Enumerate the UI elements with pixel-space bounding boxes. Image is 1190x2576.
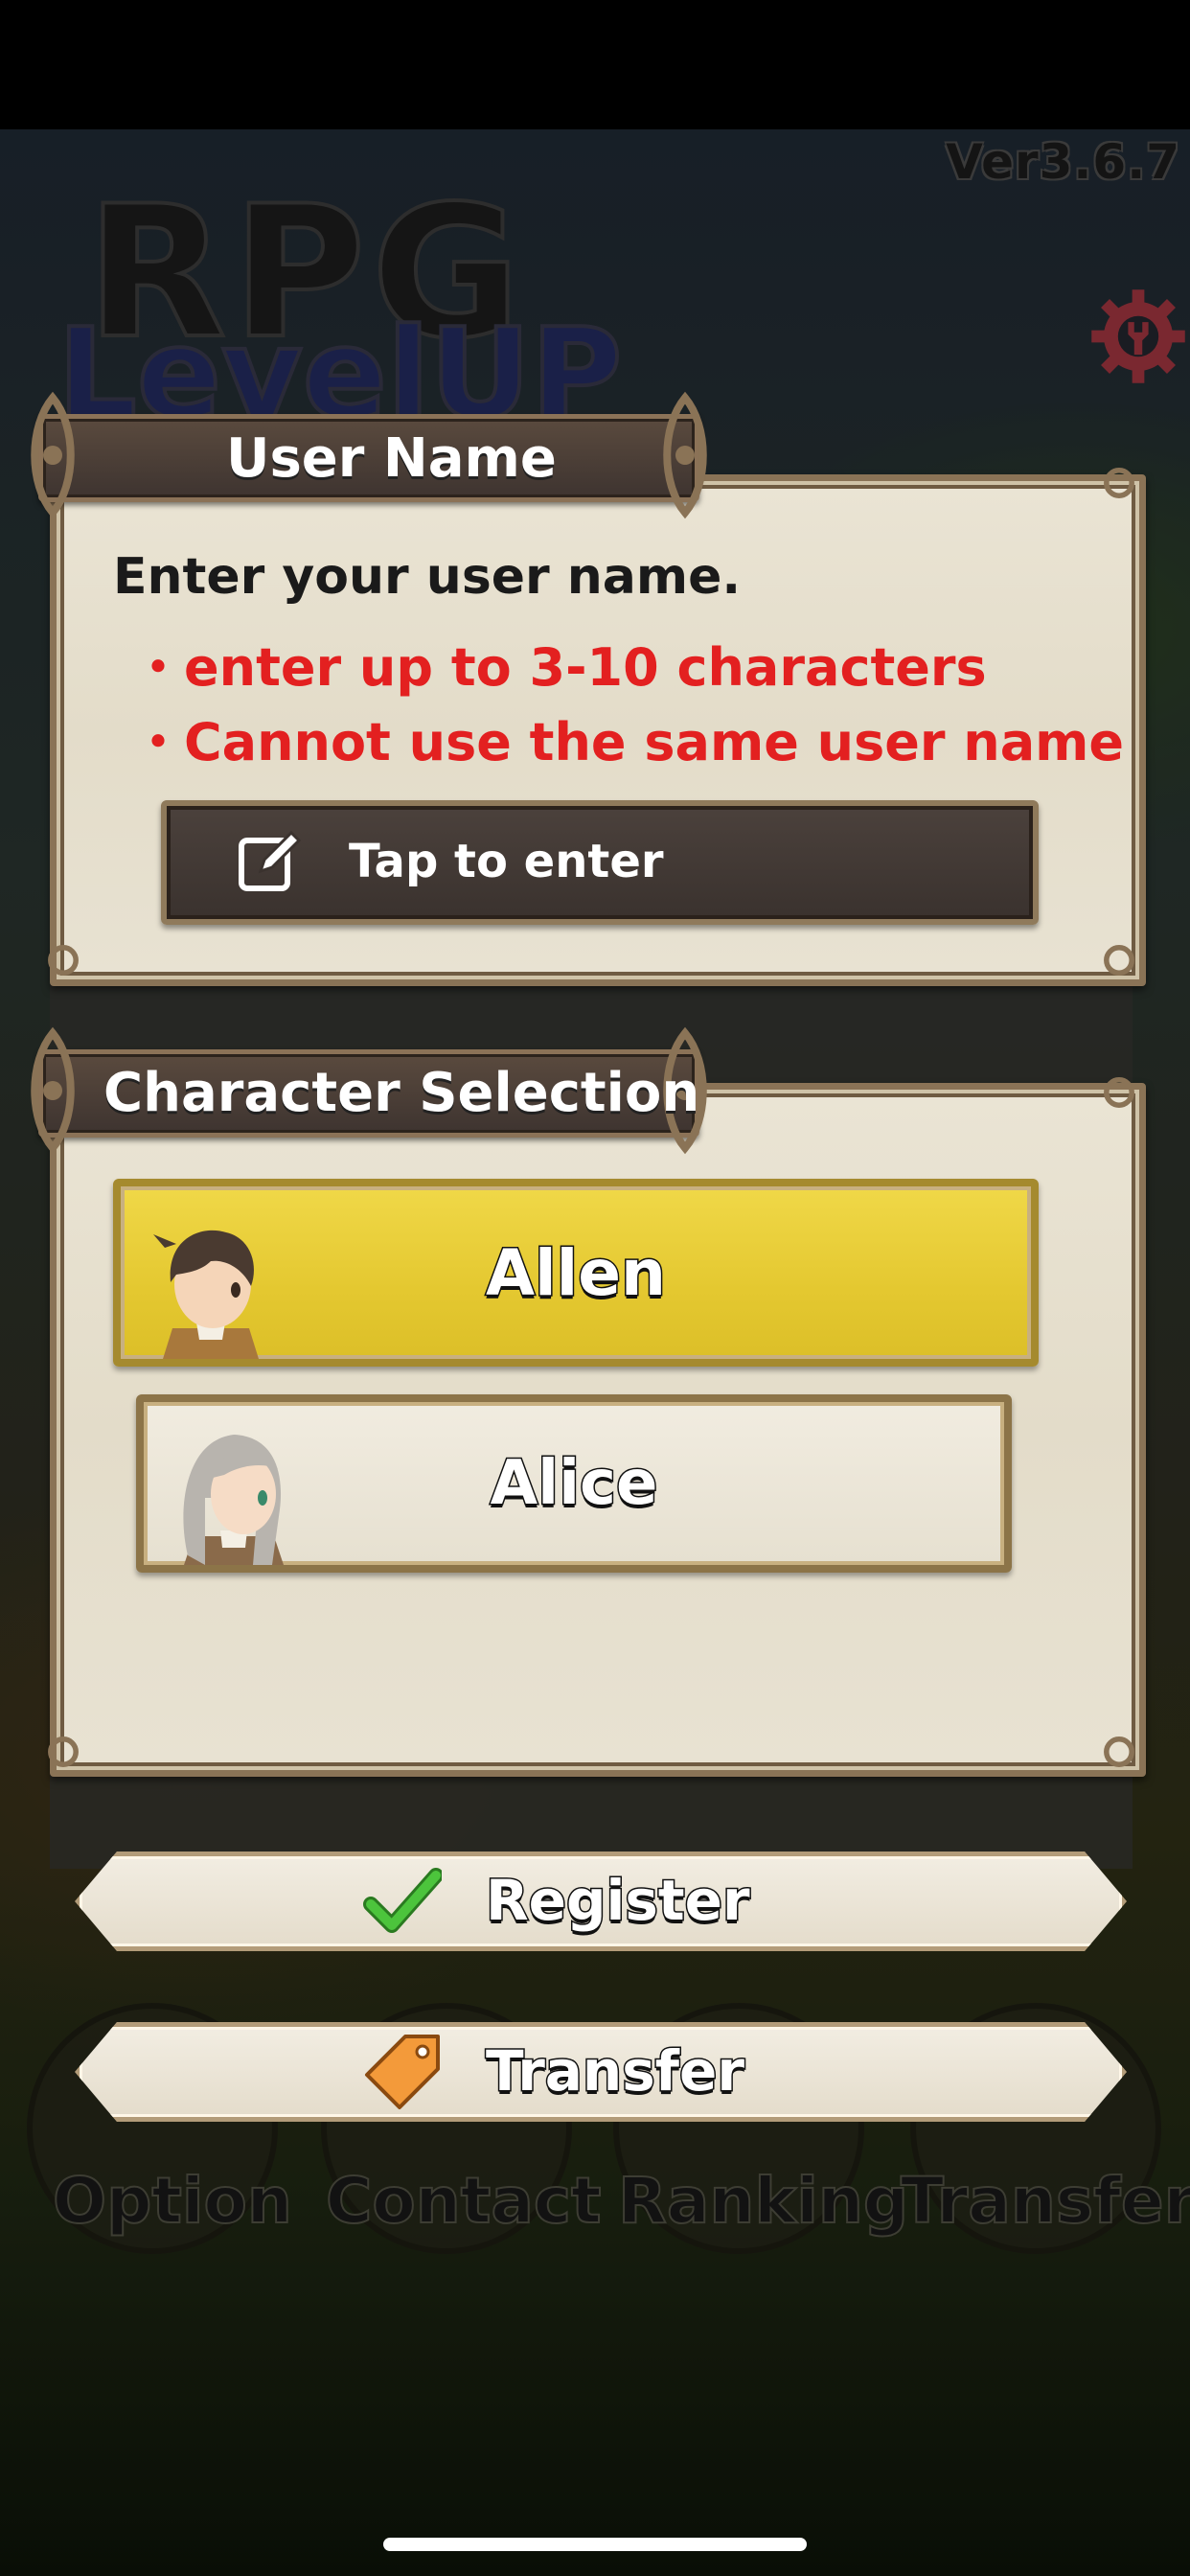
- rule-length: ・enter up to 3-10 characters: [132, 637, 987, 698]
- edit-icon: [239, 830, 302, 891]
- title-ornament-left: [31, 391, 75, 519]
- version-label: Ver3.6.7: [946, 134, 1180, 190]
- corner-ornament: [48, 1736, 79, 1767]
- character-card-alice[interactable]: Alice: [136, 1394, 1012, 1573]
- username-input-button[interactable]: Tap to enter: [161, 800, 1039, 925]
- corner-ornament: [48, 945, 79, 976]
- title-ornament-left: [31, 1026, 75, 1155]
- user-name-title: User Name: [226, 427, 557, 490]
- corner-ornament: [1104, 1736, 1134, 1767]
- transfer-label: Transfer: [485, 2037, 746, 2105]
- menu-label-ranking: Ranking: [617, 2163, 909, 2239]
- menu-label-contact: Contact: [325, 2163, 603, 2239]
- instruction-text: Enter your user name.: [113, 548, 742, 606]
- menu-label-transfer: Transfer: [900, 2163, 1190, 2239]
- character-card-allen[interactable]: Allen: [113, 1179, 1039, 1367]
- check-icon: [363, 1868, 442, 1933]
- home-indicator[interactable]: [383, 2538, 807, 2551]
- register-label: Register: [485, 1867, 752, 1935]
- alice-name: Alice: [489, 1447, 659, 1521]
- gear-icon[interactable]: [1087, 286, 1189, 387]
- corner-ornament: [1104, 945, 1134, 976]
- tag-icon: [365, 2035, 440, 2109]
- register-button[interactable]: Register: [75, 1852, 1127, 1951]
- character-selection-title: Character Selection: [103, 1062, 700, 1124]
- corner-ornament: [1104, 468, 1134, 498]
- allen-name: Allen: [484, 1235, 667, 1312]
- rule-unique: ・Cannot use the same user name: [132, 712, 1125, 772]
- title-ornament-right: [663, 391, 707, 519]
- menu-label-option: Option: [52, 2163, 293, 2239]
- corner-ornament: [1104, 1077, 1134, 1108]
- tap-to-enter-label: Tap to enter: [349, 835, 664, 888]
- transfer-button[interactable]: Transfer: [75, 2022, 1127, 2122]
